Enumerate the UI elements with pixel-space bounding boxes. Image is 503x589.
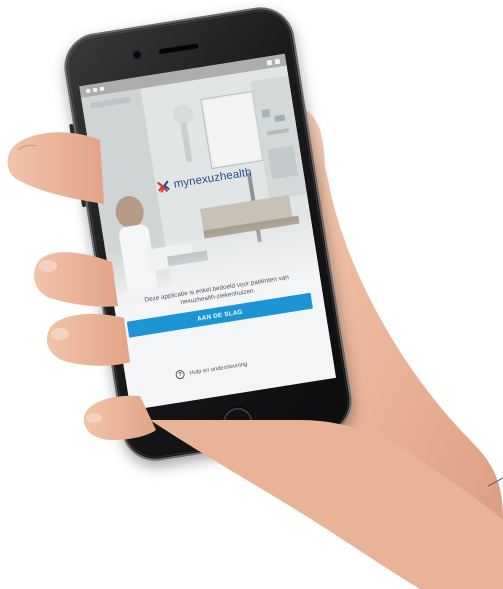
mute-switch bbox=[69, 123, 76, 139]
notification-icon bbox=[85, 88, 91, 94]
cross-logo-icon bbox=[157, 180, 170, 193]
notification-icon bbox=[99, 86, 105, 92]
notification-icon bbox=[92, 87, 98, 93]
home-button bbox=[220, 405, 256, 440]
signal-icon bbox=[266, 59, 273, 66]
question-circle-icon: ? bbox=[175, 369, 186, 380]
phone-screen: mynexuzhealth Deze applicatie is enkel b… bbox=[79, 53, 337, 411]
battery-icon bbox=[274, 58, 281, 64]
help-link[interactable]: ? Hulp en ondersteuning bbox=[175, 360, 248, 380]
earpiece-speaker bbox=[158, 43, 199, 55]
front-camera bbox=[132, 50, 142, 60]
help-label: Hulp en ondersteuning bbox=[189, 361, 248, 377]
